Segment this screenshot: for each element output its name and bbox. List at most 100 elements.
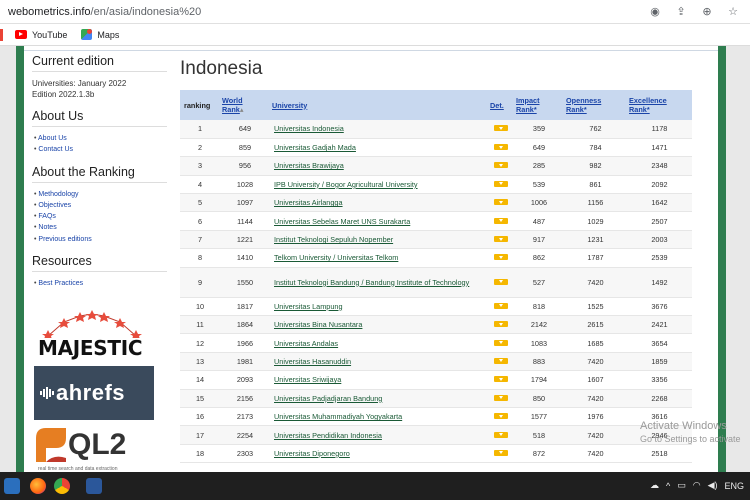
header-impact-rank[interactable]: Impact Rank* bbox=[514, 90, 564, 120]
openness-rank-cell: 1231 bbox=[564, 230, 627, 250]
openness-rank-cell: 1685 bbox=[564, 333, 627, 353]
word-icon[interactable] bbox=[86, 478, 102, 494]
bookmark-maps[interactable]: Maps bbox=[81, 29, 119, 40]
link-objectives[interactable]: Objectives bbox=[34, 200, 159, 211]
bookmark-youtube[interactable]: YouTube bbox=[15, 30, 67, 40]
zoom-icon[interactable]: ⊕ bbox=[700, 5, 714, 18]
link-methodology[interactable]: Methodology bbox=[34, 189, 159, 200]
hide-eye-icon[interactable]: ◉ bbox=[648, 5, 662, 18]
excellence-line1: Excellence bbox=[629, 96, 667, 105]
university-link[interactable]: Universitas Sriwijaya bbox=[270, 370, 488, 390]
table-row: 6 1144 Universitas Sebelas Maret UNS Surak… bbox=[180, 211, 692, 231]
impact-rank-cell: 527 bbox=[514, 267, 564, 298]
university-link[interactable]: Universitas Diponegoro bbox=[270, 444, 488, 464]
details-icon[interactable] bbox=[494, 125, 508, 132]
windows-app-icon[interactable] bbox=[4, 478, 20, 494]
details-icon[interactable] bbox=[494, 144, 508, 151]
header-university[interactable]: University bbox=[270, 90, 488, 120]
table-row: 13 1981 Universitas Hasanuddin 883 7420 1859 bbox=[180, 352, 692, 372]
details-icon[interactable] bbox=[494, 376, 508, 383]
details-icon[interactable] bbox=[494, 199, 508, 206]
bookmark-partial-icon[interactable] bbox=[0, 28, 3, 41]
details-icon[interactable] bbox=[494, 413, 508, 420]
impact-rank-cell: 539 bbox=[514, 175, 564, 195]
table-row: 18 2303 Universitas Diponegoro 872 7420 2518 bbox=[180, 444, 692, 464]
chrome-icon[interactable] bbox=[54, 478, 70, 494]
details-icon[interactable] bbox=[494, 162, 508, 169]
header-det[interactable]: Det. bbox=[488, 90, 514, 120]
header-openness-rank[interactable]: Openness Rank* bbox=[564, 90, 627, 120]
det-cell bbox=[488, 407, 514, 427]
link-notes[interactable]: Notes bbox=[34, 222, 159, 233]
excellence-line2: Rank* bbox=[629, 105, 650, 114]
details-icon[interactable] bbox=[494, 254, 508, 261]
link-previous-editions[interactable]: Previous editions bbox=[34, 234, 159, 245]
volume-icon[interactable]: ◀) bbox=[708, 480, 718, 491]
university-link[interactable]: Universitas Lampung bbox=[270, 297, 488, 317]
university-link[interactable]: Universitas Andalas bbox=[270, 333, 488, 353]
rank-cell: 5 bbox=[180, 193, 220, 213]
det-cell bbox=[488, 120, 514, 139]
page-content: Current edition Universities: January 20… bbox=[24, 46, 718, 472]
university-link[interactable]: Telkom University / Universitas Telkom bbox=[270, 248, 488, 268]
university-link[interactable]: Universitas Pendidikan Indonesia bbox=[270, 425, 488, 445]
details-icon[interactable] bbox=[494, 339, 508, 346]
rank-cell: 6 bbox=[180, 211, 220, 231]
link-best-practices[interactable]: Best Practices bbox=[34, 278, 159, 289]
world-rank-cell: 2173 bbox=[220, 407, 270, 427]
world-rank-cell: 1817 bbox=[220, 297, 270, 317]
details-icon[interactable] bbox=[494, 431, 508, 438]
details-icon[interactable] bbox=[494, 278, 508, 285]
address-bar[interactable]: webometrics.info/en/asia/indonesia%20 ◉ … bbox=[0, 0, 750, 24]
network-icon[interactable]: ☁ bbox=[650, 480, 659, 491]
link-contact-us[interactable]: Contact Us bbox=[34, 144, 159, 155]
det-cell bbox=[488, 425, 514, 445]
university-link[interactable]: Universitas Hasanuddin bbox=[270, 352, 488, 372]
ahrefs-logo[interactable]: ahrefs bbox=[34, 366, 154, 420]
world-rank-cell: 1097 bbox=[220, 193, 270, 213]
majestic-logo[interactable]: MAJESTIC bbox=[34, 308, 150, 360]
university-link[interactable]: Universitas Padjadjaran Bandung bbox=[270, 389, 488, 408]
university-link[interactable]: IPB University / Bogor Agricultural Univ… bbox=[270, 175, 488, 195]
university-link[interactable]: Universitas Gadjah Mada bbox=[270, 138, 488, 158]
ql2-logo-text: QL2 bbox=[68, 428, 127, 461]
url-text[interactable]: webometrics.info/en/asia/indonesia%20 bbox=[8, 6, 201, 18]
details-icon[interactable] bbox=[494, 180, 508, 187]
wifi-icon[interactable]: ◠ bbox=[693, 480, 701, 491]
language-indicator[interactable]: ENG bbox=[724, 481, 744, 491]
details-icon[interactable] bbox=[494, 236, 508, 243]
excellence-rank-cell: 3676 bbox=[627, 297, 692, 317]
details-icon[interactable] bbox=[494, 321, 508, 328]
link-about-us[interactable]: About Us bbox=[34, 133, 159, 144]
bookmark-star-icon[interactable]: ☆ bbox=[726, 5, 740, 18]
edition-info: Universities: January 2022 Edition 2022.… bbox=[32, 78, 159, 100]
world-rank-cell: 1981 bbox=[220, 352, 270, 372]
university-link[interactable]: Universitas Brawijaya bbox=[270, 156, 488, 176]
details-icon[interactable] bbox=[494, 394, 508, 401]
edition-version: Edition 2022.1.3b bbox=[32, 90, 95, 99]
table-row: 12 1966 Universitas Andalas 1083 1685 3654 bbox=[180, 333, 692, 353]
battery-icon[interactable]: ▭ bbox=[677, 480, 686, 491]
firefox-icon[interactable] bbox=[30, 478, 46, 494]
header-excellence-rank[interactable]: Excellence Rank* bbox=[627, 90, 692, 120]
header-world-rank[interactable]: World Rank▴ bbox=[220, 90, 270, 120]
details-icon[interactable] bbox=[494, 449, 508, 456]
details-icon[interactable] bbox=[494, 302, 508, 309]
university-link[interactable]: Universitas Airlangga bbox=[270, 193, 488, 213]
details-icon[interactable] bbox=[494, 357, 508, 364]
share-icon[interactable]: ⇪ bbox=[674, 5, 688, 18]
excellence-rank-cell: 2003 bbox=[627, 230, 692, 250]
university-link[interactable]: Universitas Bina Nusantara bbox=[270, 315, 488, 335]
link-faqs[interactable]: FAQs bbox=[34, 211, 159, 222]
university-link[interactable]: Universitas Sebelas Maret UNS Surakarta bbox=[270, 211, 488, 231]
university-link[interactable]: Institut Teknologi Bandung / Bandung Ins… bbox=[270, 267, 488, 298]
ql2-logo[interactable]: QL2 real time search and data extraction bbox=[32, 424, 156, 472]
university-link[interactable]: Institut Teknologi Sepuluh Nopember bbox=[270, 230, 488, 250]
university-link[interactable]: Universitas Muhammadiyah Yogyakarta bbox=[270, 407, 488, 427]
tray-chevron-icon[interactable]: ^ bbox=[666, 481, 670, 491]
university-link[interactable]: Universitas Indonesia bbox=[270, 120, 488, 139]
details-icon[interactable] bbox=[494, 217, 508, 224]
excellence-rank-cell: 2348 bbox=[627, 156, 692, 176]
rank-cell: 10 bbox=[180, 297, 220, 317]
world-rank-cell: 1410 bbox=[220, 248, 270, 268]
